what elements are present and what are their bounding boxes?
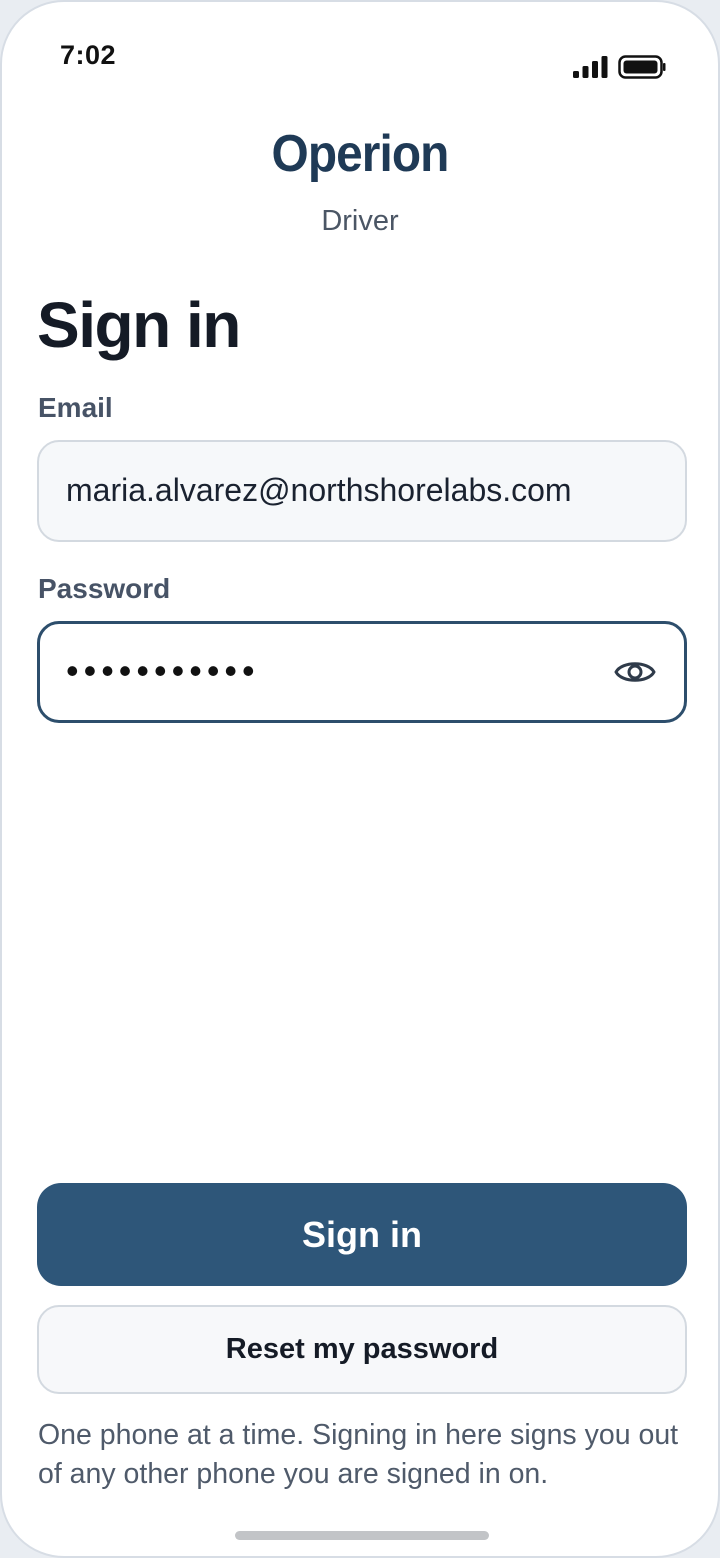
reset-password-button[interactable]: Reset my password [37, 1305, 687, 1394]
eye-icon[interactable] [614, 656, 656, 688]
email-field[interactable]: maria.alvarez@northshorelabs.com [37, 440, 687, 542]
single-device-note: One phone at a time. Signing in here sig… [38, 1419, 679, 1490]
status-time: 7:02 [60, 40, 117, 70]
page-title: Sign in [37, 289, 241, 361]
battery-icon [618, 55, 666, 79]
brand-logo-title: Operion [271, 125, 450, 183]
password-label: Password [38, 573, 171, 604]
email-label: Email [38, 392, 113, 423]
phone-screen: 7:02 Operion Driver Sign in Email maria.… [0, 0, 720, 1558]
signal-icon [573, 56, 608, 78]
email-value: maria.alvarez@northshorelabs.com [66, 472, 572, 508]
password-value: ••••••••••• [66, 650, 260, 691]
brand-subtitle: Driver [321, 205, 399, 237]
password-field[interactable]: ••••••••••• [37, 621, 687, 723]
sign-in-button[interactable]: Sign in [37, 1183, 687, 1286]
home-indicator [235, 1531, 489, 1540]
